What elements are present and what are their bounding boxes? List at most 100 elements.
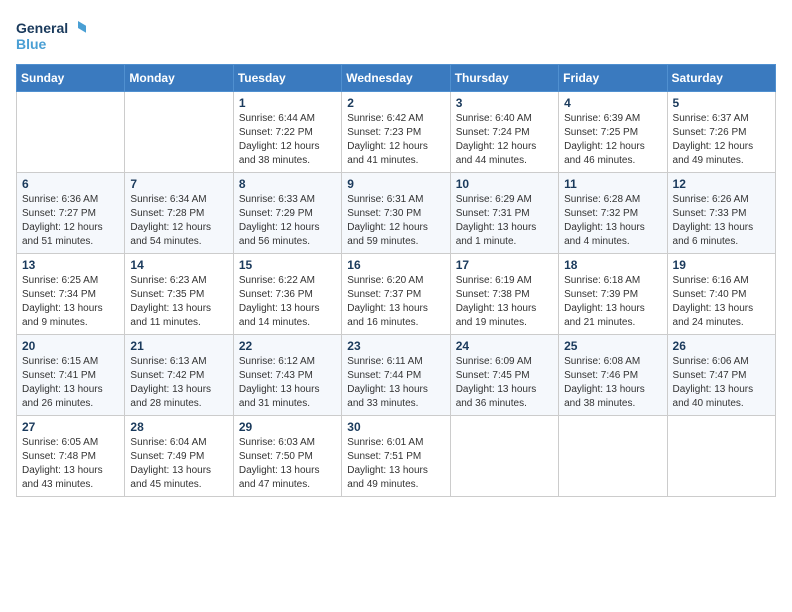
weekday-header: Wednesday [342,65,450,92]
day-info: Sunrise: 6:23 AM Sunset: 7:35 PM Dayligh… [130,274,227,330]
day-number: 14 [130,258,227,272]
svg-text:General: General [16,20,68,36]
calendar-cell: 23 Sunrise: 6:11 AM Sunset: 7:44 PM Dayli… [342,335,450,416]
calendar-cell [450,416,558,497]
day-info: Sunrise: 6:31 AM Sunset: 7:30 PM Dayligh… [347,193,444,249]
calendar-cell: 3 Sunrise: 6:40 AM Sunset: 7:24 PM Daylig… [450,92,558,173]
day-info: Sunrise: 6:06 AM Sunset: 7:47 PM Dayligh… [673,355,770,411]
day-info: Sunrise: 6:16 AM Sunset: 7:40 PM Dayligh… [673,274,770,330]
day-info: Sunrise: 6:03 AM Sunset: 7:50 PM Dayligh… [239,436,336,492]
day-info: Sunrise: 6:08 AM Sunset: 7:46 PM Dayligh… [564,355,661,411]
day-number: 20 [22,339,119,353]
day-number: 9 [347,177,444,191]
calendar-cell: 20 Sunrise: 6:15 AM Sunset: 7:41 PM Dayli… [17,335,125,416]
calendar-cell [125,92,233,173]
day-info: Sunrise: 6:26 AM Sunset: 7:33 PM Dayligh… [673,193,770,249]
day-info: Sunrise: 6:09 AM Sunset: 7:45 PM Dayligh… [456,355,553,411]
day-info: Sunrise: 6:28 AM Sunset: 7:32 PM Dayligh… [564,193,661,249]
calendar-week-row: 13Sunrise: 6:25 AM Sunset: 7:34 PM Dayli… [17,254,776,335]
day-info: Sunrise: 6:05 AM Sunset: 7:48 PM Dayligh… [22,436,119,492]
day-info: Sunrise: 6:40 AM Sunset: 7:24 PM Dayligh… [456,112,553,168]
weekday-header: Tuesday [233,65,341,92]
day-number: 3 [456,96,553,110]
calendar-cell: 2Sunrise: 6:42 AM Sunset: 7:23 PM Daylig… [342,92,450,173]
calendar-cell: 9 Sunrise: 6:31 AM Sunset: 7:30 PM Daylig… [342,173,450,254]
calendar-cell: 29 Sunrise: 6:03 AM Sunset: 7:50 PM Dayli… [233,416,341,497]
calendar-week-row: 6 Sunrise: 6:36 AM Sunset: 7:27 PM Daylig… [17,173,776,254]
day-info: Sunrise: 6:39 AM Sunset: 7:25 PM Dayligh… [564,112,661,168]
logo-svg: General Blue [16,16,86,56]
day-number: 25 [564,339,661,353]
calendar-cell: 8 Sunrise: 6:33 AM Sunset: 7:29 PM Daylig… [233,173,341,254]
day-number: 27 [22,420,119,434]
day-number: 4 [564,96,661,110]
calendar-cell: 6 Sunrise: 6:36 AM Sunset: 7:27 PM Daylig… [17,173,125,254]
day-info: Sunrise: 6:44 AM Sunset: 7:22 PM Dayligh… [239,112,336,168]
calendar-cell: 13Sunrise: 6:25 AM Sunset: 7:34 PM Dayli… [17,254,125,335]
weekday-header: Saturday [667,65,775,92]
day-number: 30 [347,420,444,434]
day-info: Sunrise: 6:20 AM Sunset: 7:37 PM Dayligh… [347,274,444,330]
weekday-header: Monday [125,65,233,92]
day-info: Sunrise: 6:19 AM Sunset: 7:38 PM Dayligh… [456,274,553,330]
day-info: Sunrise: 6:15 AM Sunset: 7:41 PM Dayligh… [22,355,119,411]
calendar-cell: 11 Sunrise: 6:28 AM Sunset: 7:32 PM Dayli… [559,173,667,254]
logo: General Blue [16,16,86,56]
calendar-week-row: 1 Sunrise: 6:44 AM Sunset: 7:22 PM Daylig… [17,92,776,173]
weekday-header: Thursday [450,65,558,92]
day-info: Sunrise: 6:11 AM Sunset: 7:44 PM Dayligh… [347,355,444,411]
day-number: 7 [130,177,227,191]
calendar-cell: 12 Sunrise: 6:26 AM Sunset: 7:33 PM Dayli… [667,173,775,254]
day-number: 1 [239,96,336,110]
calendar-cell [559,416,667,497]
calendar-cell: 24 Sunrise: 6:09 AM Sunset: 7:45 PM Dayli… [450,335,558,416]
calendar-cell: 7 Sunrise: 6:34 AM Sunset: 7:28 PM Daylig… [125,173,233,254]
day-info: Sunrise: 6:37 AM Sunset: 7:26 PM Dayligh… [673,112,770,168]
calendar-header-row: SundayMondayTuesdayWednesdayThursdayFrid… [17,65,776,92]
calendar-cell: 4 Sunrise: 6:39 AM Sunset: 7:25 PM Daylig… [559,92,667,173]
calendar-cell: 19 Sunrise: 6:16 AM Sunset: 7:40 PM Dayli… [667,254,775,335]
day-number: 26 [673,339,770,353]
day-number: 29 [239,420,336,434]
day-info: Sunrise: 6:18 AM Sunset: 7:39 PM Dayligh… [564,274,661,330]
page-header: General Blue [16,16,776,56]
day-number: 16 [347,258,444,272]
day-number: 23 [347,339,444,353]
day-number: 28 [130,420,227,434]
day-number: 24 [456,339,553,353]
calendar-week-row: 27 Sunrise: 6:05 AM Sunset: 7:48 PM Dayli… [17,416,776,497]
day-info: Sunrise: 6:34 AM Sunset: 7:28 PM Dayligh… [130,193,227,249]
day-number: 22 [239,339,336,353]
day-number: 5 [673,96,770,110]
day-info: Sunrise: 6:25 AM Sunset: 7:34 PM Dayligh… [22,274,119,330]
day-number: 11 [564,177,661,191]
day-info: Sunrise: 6:13 AM Sunset: 7:42 PM Dayligh… [130,355,227,411]
weekday-header: Sunday [17,65,125,92]
day-info: Sunrise: 6:36 AM Sunset: 7:27 PM Dayligh… [22,193,119,249]
day-number: 10 [456,177,553,191]
day-info: Sunrise: 6:04 AM Sunset: 7:49 PM Dayligh… [130,436,227,492]
day-number: 17 [456,258,553,272]
day-info: Sunrise: 6:12 AM Sunset: 7:43 PM Dayligh… [239,355,336,411]
day-number: 2 [347,96,444,110]
calendar-cell: 14 Sunrise: 6:23 AM Sunset: 7:35 PM Dayli… [125,254,233,335]
calendar-cell: 10Sunrise: 6:29 AM Sunset: 7:31 PM Dayli… [450,173,558,254]
day-number: 8 [239,177,336,191]
day-info: Sunrise: 6:22 AM Sunset: 7:36 PM Dayligh… [239,274,336,330]
day-info: Sunrise: 6:33 AM Sunset: 7:29 PM Dayligh… [239,193,336,249]
calendar-cell: 17 Sunrise: 6:19 AM Sunset: 7:38 PM Dayli… [450,254,558,335]
day-number: 21 [130,339,227,353]
day-info: Sunrise: 6:01 AM Sunset: 7:51 PM Dayligh… [347,436,444,492]
calendar-cell: 26 Sunrise: 6:06 AM Sunset: 7:47 PM Dayli… [667,335,775,416]
calendar-cell: 18Sunrise: 6:18 AM Sunset: 7:39 PM Dayli… [559,254,667,335]
calendar-cell: 28 Sunrise: 6:04 AM Sunset: 7:49 PM Dayli… [125,416,233,497]
day-number: 15 [239,258,336,272]
calendar-table: SundayMondayTuesdayWednesdayThursdayFrid… [16,64,776,497]
day-number: 12 [673,177,770,191]
calendar-cell: 5 Sunrise: 6:37 AM Sunset: 7:26 PM Daylig… [667,92,775,173]
day-number: 19 [673,258,770,272]
calendar-cell: 22 Sunrise: 6:12 AM Sunset: 7:43 PM Dayli… [233,335,341,416]
weekday-header: Friday [559,65,667,92]
calendar-cell: 30 Sunrise: 6:01 AM Sunset: 7:51 PM Dayli… [342,416,450,497]
day-number: 6 [22,177,119,191]
